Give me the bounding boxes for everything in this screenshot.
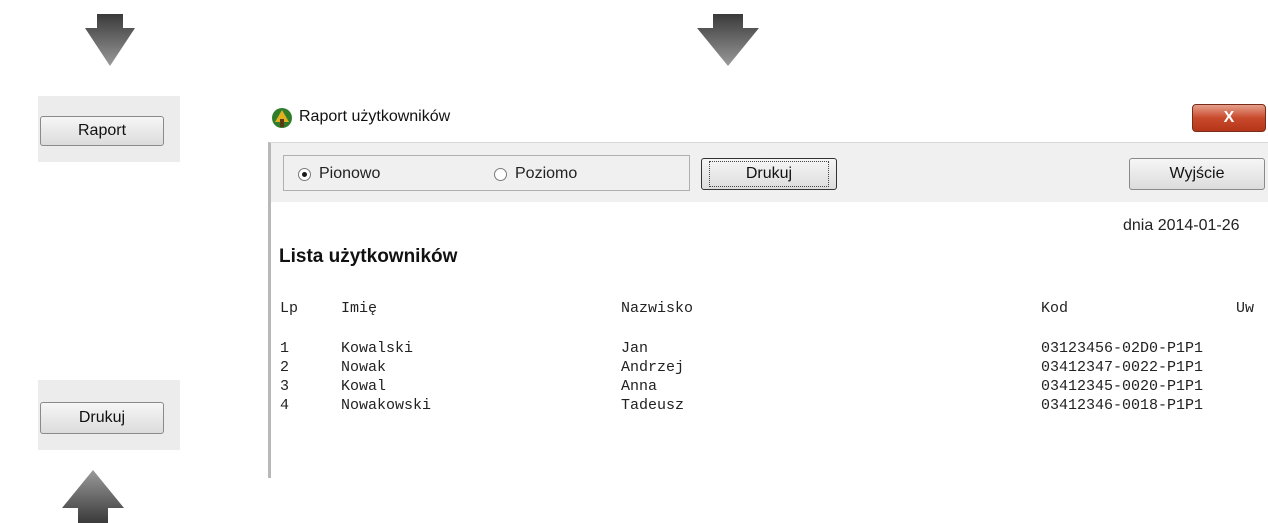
print-button[interactable]: Drukuj — [701, 158, 837, 190]
row-nazwisko: Andrzej — [621, 359, 685, 376]
table-row: 1 Kowalski Jan 03123456-02D0-P1P1 — [271, 340, 1268, 359]
table-row: 2 Nowak Andrzej 03412347-0022-P1P1 — [271, 359, 1268, 378]
app-icon — [272, 108, 292, 128]
report-date: dnia 2014-01-26 — [1123, 217, 1240, 234]
row-lp: 3 — [280, 378, 290, 395]
radio-pionowo-label: Pionowo — [319, 165, 381, 182]
column-header: Lp — [280, 300, 299, 317]
drukuj-button[interactable]: Drukuj — [40, 402, 164, 434]
radio-checked-icon — [298, 167, 311, 181]
drukuj-button-panel: Drukuj — [38, 380, 180, 450]
radio-unchecked-icon — [494, 167, 507, 181]
down-arrow-icon — [697, 14, 759, 66]
close-icon: X — [1223, 109, 1235, 126]
orientation-group: Pionowo Poziomo — [283, 155, 690, 191]
report-title: Lista użytkowników — [279, 246, 458, 267]
down-arrow-icon — [85, 14, 135, 66]
report-window: Raport użytkowników X Pionowo Poziomo Dr… — [268, 98, 1268, 478]
up-arrow-icon — [62, 470, 124, 523]
toolbar: Pionowo Poziomo Drukuj Wyjście — [268, 142, 1268, 202]
row-kod: 03412347-0022-P1P1 — [1041, 359, 1204, 376]
row-nazwisko: Anna — [621, 378, 658, 395]
radio-poziomo[interactable]: Poziomo — [494, 165, 577, 183]
report-preview: dnia 2014-01-26 Lista użytkowników Lp Im… — [268, 202, 1268, 478]
window-title: Raport użytkowników — [299, 108, 451, 125]
row-imie: Nowak — [341, 359, 387, 376]
row-lp: 1 — [280, 340, 290, 357]
row-kod: 03412345-0020-P1P1 — [1041, 378, 1204, 395]
column-header: Kod — [1041, 300, 1069, 317]
raport-button[interactable]: Raport — [40, 116, 164, 146]
close-button[interactable]: X — [1192, 104, 1266, 132]
radio-pionowo[interactable]: Pionowo — [298, 165, 380, 183]
print-button-label: Drukuj — [708, 161, 830, 187]
row-nazwisko: Jan — [621, 340, 649, 357]
row-imie: Nowakowski — [341, 397, 432, 414]
row-kod: 03412346-0018-P1P1 — [1041, 397, 1204, 414]
row-lp: 2 — [280, 359, 290, 376]
table-header: Lp Imię Nazwisko Kod Uw — [271, 300, 1268, 319]
exit-button[interactable]: Wyjście — [1129, 158, 1265, 190]
title-bar: Raport użytkowników X — [268, 98, 1268, 142]
column-header: Uw — [1236, 300, 1255, 317]
raport-button-panel: Raport — [38, 96, 180, 162]
row-nazwisko: Tadeusz — [621, 397, 685, 414]
column-header: Nazwisko — [621, 300, 694, 317]
row-kod: 03123456-02D0-P1P1 — [1041, 340, 1204, 357]
row-lp: 4 — [280, 397, 290, 414]
row-imie: Kowal — [341, 378, 387, 395]
row-imie: Kowalski — [341, 340, 414, 357]
radio-poziomo-label: Poziomo — [515, 165, 578, 182]
table-row: 4 Nowakowski Tadeusz 03412346-0018-P1P1 — [271, 397, 1268, 416]
column-header: Imię — [341, 300, 378, 317]
table-row: 3 Kowal Anna 03412345-0020-P1P1 — [271, 378, 1268, 397]
